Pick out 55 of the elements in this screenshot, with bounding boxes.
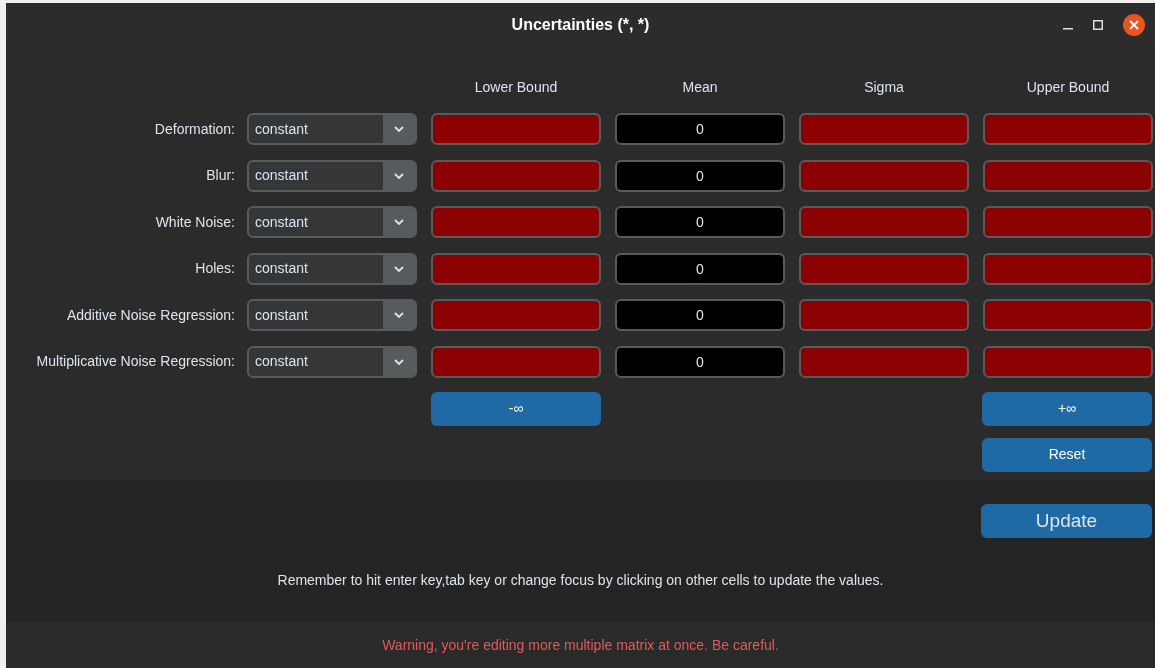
value-field[interactable] — [983, 159, 1153, 192]
chevron-down-icon — [394, 219, 404, 226]
maximize-icon[interactable] — [1093, 20, 1103, 30]
value-field[interactable] — [799, 159, 969, 192]
row-label: Blur: — [205, 166, 235, 186]
value-field[interactable] — [799, 206, 969, 239]
distribution-dropdown[interactable]: constant — [247, 345, 417, 378]
row-label: Deformation: — [153, 119, 235, 139]
value-field[interactable] — [431, 113, 601, 145]
value-field[interactable]: 0 — [615, 113, 785, 145]
chevron-down-icon — [394, 172, 404, 179]
chevron-down-icon — [394, 358, 404, 365]
column-header: Sigma — [863, 77, 905, 97]
value-field[interactable]: 0 — [615, 299, 785, 332]
value-field[interactable] — [983, 113, 1153, 145]
value-field[interactable]: 0 — [615, 159, 785, 192]
value-field[interactable] — [799, 299, 969, 332]
value-field[interactable] — [799, 252, 969, 285]
distribution-dropdown[interactable]: constant — [247, 206, 417, 239]
chevron-down-icon — [394, 126, 404, 132]
value-field[interactable] — [983, 345, 1153, 378]
distribution-dropdown[interactable]: constant — [247, 252, 417, 285]
value-field[interactable]: 0 — [615, 252, 785, 285]
value-field[interactable] — [431, 206, 601, 239]
distribution-dropdown[interactable]: constant — [247, 113, 417, 145]
window-title: Uncertainties (*, *) — [511, 15, 650, 35]
column-header: Upper Bound — [1025, 77, 1111, 97]
row-label: Additive Noise Regression: — [65, 305, 235, 325]
value-field[interactable] — [983, 299, 1153, 332]
reset-button[interactable]: Reset — [982, 437, 1152, 472]
column-header: Lower Bound — [473, 77, 559, 97]
value-field[interactable] — [983, 206, 1153, 239]
distribution-dropdown[interactable]: constant — [247, 159, 417, 192]
value-field[interactable] — [431, 252, 601, 285]
distribution-dropdown[interactable]: constant — [247, 299, 417, 332]
hint-text: Remember to hit enter key,tab key or change focus by clicking on other cells to update the values. — [276, 571, 885, 590]
value-field[interactable] — [431, 345, 601, 378]
row-label: White Noise: — [154, 212, 235, 232]
value-field[interactable] — [983, 252, 1153, 285]
row-label: Multiplicative Noise Regression: — [35, 352, 235, 372]
minus-infinity-button[interactable]: -∞ — [431, 391, 601, 426]
plus-infinity-button[interactable]: +∞ — [982, 391, 1152, 426]
chevron-down-icon — [394, 312, 404, 319]
warning-text: Warning, you're editing more multiple matrix at once. Be careful. — [382, 635, 779, 655]
column-header: Mean — [681, 77, 719, 97]
value-field[interactable]: 0 — [615, 206, 785, 239]
close-icon[interactable] — [1123, 14, 1145, 36]
value-field[interactable] — [431, 299, 601, 332]
value-field[interactable] — [799, 113, 969, 145]
value-field[interactable]: 0 — [615, 345, 785, 378]
chevron-down-icon — [394, 265, 404, 272]
value-field[interactable] — [431, 159, 601, 192]
row-label: Holes: — [194, 259, 235, 279]
update-button[interactable]: Update — [981, 504, 1152, 538]
value-field[interactable] — [799, 345, 969, 378]
